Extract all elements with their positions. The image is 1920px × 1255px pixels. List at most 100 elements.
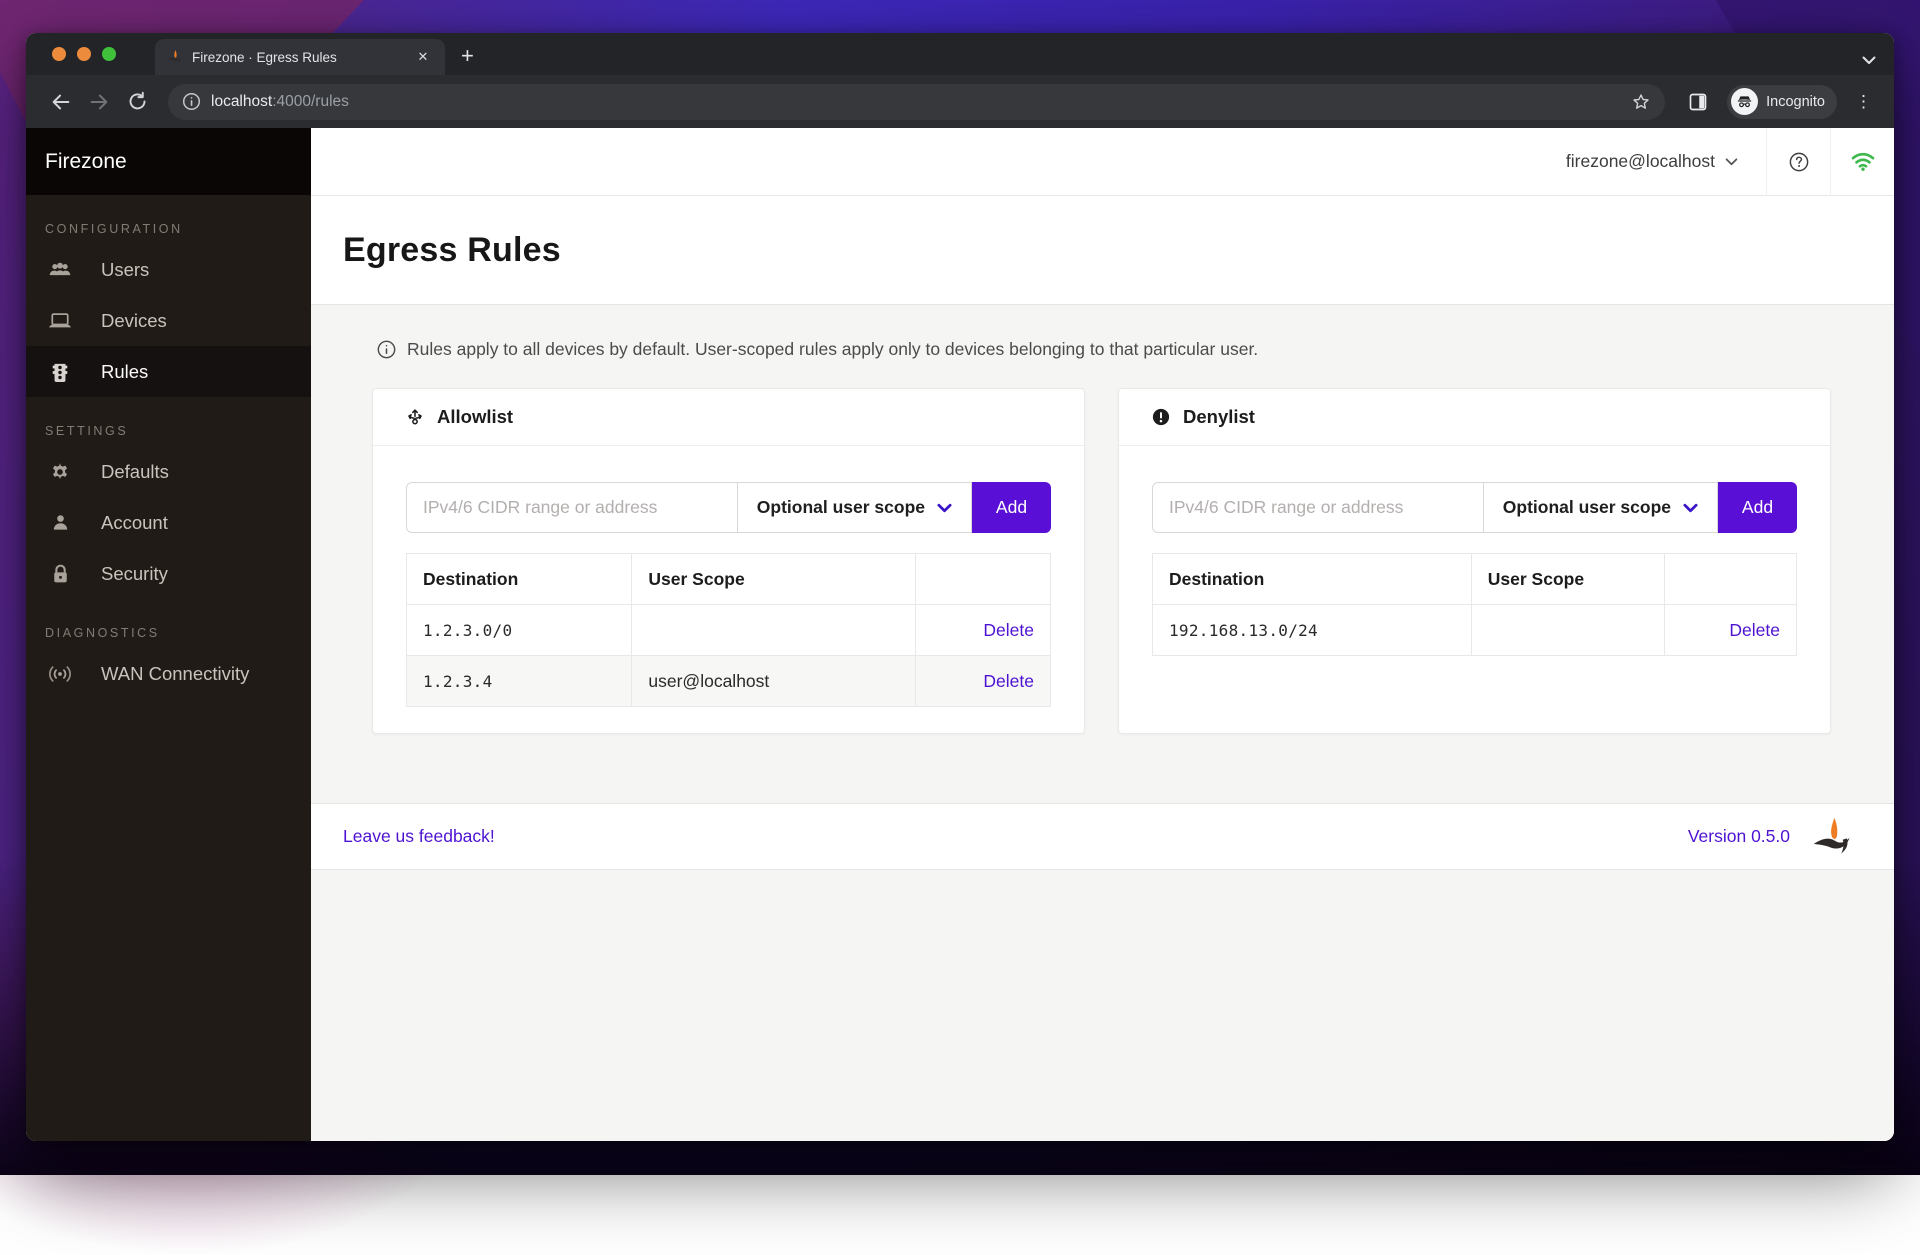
sidebar-item-label: WAN Connectivity <box>101 663 249 685</box>
help-icon <box>1788 151 1810 173</box>
app-footer: Leave us feedback! Version 0.5.0 <box>311 803 1894 870</box>
gear-icon <box>47 462 73 482</box>
allowlist-card-body: Optional user scope Add Destination <box>373 446 1084 707</box>
sidebar-item-defaults[interactable]: Defaults <box>26 446 311 497</box>
column-header-destination: Destination <box>1153 554 1472 605</box>
window-controls <box>52 33 116 75</box>
denylist-cidr-input[interactable] <box>1152 482 1484 533</box>
sidebar: Firezone CONFIGURATION Users Devices Rul… <box>26 128 311 1141</box>
browser-tab[interactable]: Firezone · Egress Rules ✕ <box>155 39 445 75</box>
denylist-card-body: Optional user scope Add Destination <box>1119 446 1830 656</box>
user-scope-cell: user@localhost <box>632 656 915 707</box>
sidebar-item-label: Users <box>101 259 149 281</box>
denylist-table: Destination User Scope 192.168.13.0/24 <box>1152 553 1797 656</box>
user-scope-cell <box>1471 605 1664 656</box>
allowlist-card-header: Allowlist <box>373 389 1084 446</box>
window-minimize-button[interactable] <box>77 47 91 61</box>
app-root: Firezone CONFIGURATION Users Devices Rul… <box>26 128 1894 1141</box>
version-link[interactable]: Version 0.5.0 <box>1688 826 1790 847</box>
laptop-icon <box>47 312 73 330</box>
person-icon <box>47 513 73 532</box>
firezone-logo-icon <box>1804 815 1862 859</box>
allowlist-add-form: Optional user scope Add <box>406 482 1051 533</box>
account-menu[interactable]: firezone@localhost <box>1538 128 1766 195</box>
denylist-user-scope-select[interactable]: Optional user scope <box>1484 482 1718 533</box>
column-header-actions <box>915 554 1050 605</box>
help-button[interactable] <box>1766 128 1830 195</box>
allowlist-add-button[interactable]: Add <box>972 482 1051 533</box>
sidebar-item-devices[interactable]: Devices <box>26 295 311 346</box>
chevron-down-icon <box>1725 158 1738 166</box>
allowlist-card: Allowlist Optional user scope Add <box>372 388 1085 734</box>
sidebar-item-label: Devices <box>101 310 167 332</box>
route-split-icon <box>406 408 424 426</box>
delete-link[interactable]: Delete <box>1729 620 1780 640</box>
users-icon <box>47 261 73 279</box>
denylist-add-form: Optional user scope Add <box>1152 482 1797 533</box>
address-bar[interactable]: localhost:4000/rules <box>168 84 1665 120</box>
table-row: 1.2.3.4 user@localhost Delete <box>407 656 1051 707</box>
table-row: 192.168.13.0/24 Delete <box>1153 605 1797 656</box>
brand-firezone[interactable]: Firezone <box>26 128 311 195</box>
content-bottom-spacer <box>311 870 1894 1141</box>
allowlist-cidr-input[interactable] <box>406 482 738 533</box>
signal-icon <box>47 666 73 682</box>
destination-cell: 1.2.3.4 <box>407 656 632 707</box>
info-text: Rules apply to all devices by default. U… <box>407 339 1258 360</box>
chevron-down-icon <box>937 503 952 513</box>
browser-menu-icon[interactable]: ⋮ <box>1851 92 1876 112</box>
browser-tab-strip: Firezone · Egress Rules ✕ + <box>26 33 1894 75</box>
sidebar-item-wan-connectivity[interactable]: WAN Connectivity <box>26 648 311 699</box>
allowlist-title: Allowlist <box>437 406 513 428</box>
browser-toolbar: localhost:4000/rules Incognito ⋮ <box>26 75 1894 128</box>
sidebar-item-label: Rules <box>101 361 148 383</box>
sidebar-item-users[interactable]: Users <box>26 244 311 295</box>
denylist-card: Denylist Optional user scope Add <box>1118 388 1831 734</box>
site-info-icon[interactable] <box>182 92 201 111</box>
denylist-add-button[interactable]: Add <box>1718 482 1797 533</box>
feedback-link[interactable]: Leave us feedback! <box>343 826 495 847</box>
destination-cell: 192.168.13.0/24 <box>1153 605 1472 656</box>
delete-link[interactable]: Delete <box>983 671 1034 691</box>
denylist-card-header: Denylist <box>1119 389 1830 446</box>
action-cell: Delete <box>915 605 1050 656</box>
denylist-title: Denylist <box>1183 406 1255 428</box>
destination-cell: 1.2.3.0/0 <box>407 605 632 656</box>
incognito-badge: Incognito <box>1727 85 1837 119</box>
sidebar-item-label: Defaults <box>101 461 169 483</box>
action-cell: Delete <box>1664 605 1796 656</box>
sidebar-section-diagnostics: DIAGNOSTICS <box>45 626 311 640</box>
window-close-button[interactable] <box>52 47 66 61</box>
sidebar-item-label: Account <box>101 512 168 534</box>
bookmark-star-icon[interactable] <box>1631 92 1651 112</box>
forward-button[interactable] <box>84 87 114 117</box>
sidebar-item-account[interactable]: Account <box>26 497 311 548</box>
table-header-row: Destination User Scope <box>1153 554 1797 605</box>
sidebar-item-label: Security <box>101 563 168 585</box>
browser-window: Firezone · Egress Rules ✕ + localhost:40… <box>26 33 1894 1141</box>
page-header: Egress Rules <box>311 195 1894 305</box>
incognito-icon <box>1731 88 1758 115</box>
sidebar-item-rules[interactable]: Rules <box>26 346 311 397</box>
back-button[interactable] <box>46 87 76 117</box>
info-banner: Rules apply to all devices by default. U… <box>377 339 1894 360</box>
app-topbar: firezone@localhost <box>311 128 1894 195</box>
page-content: Rules apply to all devices by default. U… <box>311 305 1894 803</box>
allowlist-table: Destination User Scope 1.2.3.0/0 <box>406 553 1051 707</box>
table-header-row: Destination User Scope <box>407 554 1051 605</box>
new-tab-button[interactable]: + <box>461 43 474 69</box>
window-zoom-button[interactable] <box>102 47 116 61</box>
table-row: 1.2.3.0/0 Delete <box>407 605 1051 656</box>
sidebar-item-security[interactable]: Security <box>26 548 311 599</box>
delete-link[interactable]: Delete <box>983 620 1034 640</box>
column-header-user-scope: User Scope <box>632 554 915 605</box>
sidebar-section-settings: SETTINGS <box>45 424 311 438</box>
column-header-user-scope: User Scope <box>1471 554 1664 605</box>
side-panel-icon[interactable] <box>1683 87 1713 117</box>
reload-button[interactable] <box>122 87 152 117</box>
allowlist-user-scope-select[interactable]: Optional user scope <box>738 482 972 533</box>
tab-search-chevron-icon[interactable] <box>1862 56 1876 65</box>
tab-close-icon[interactable]: ✕ <box>413 47 433 67</box>
column-header-destination: Destination <box>407 554 632 605</box>
page-title: Egress Rules <box>343 231 561 270</box>
